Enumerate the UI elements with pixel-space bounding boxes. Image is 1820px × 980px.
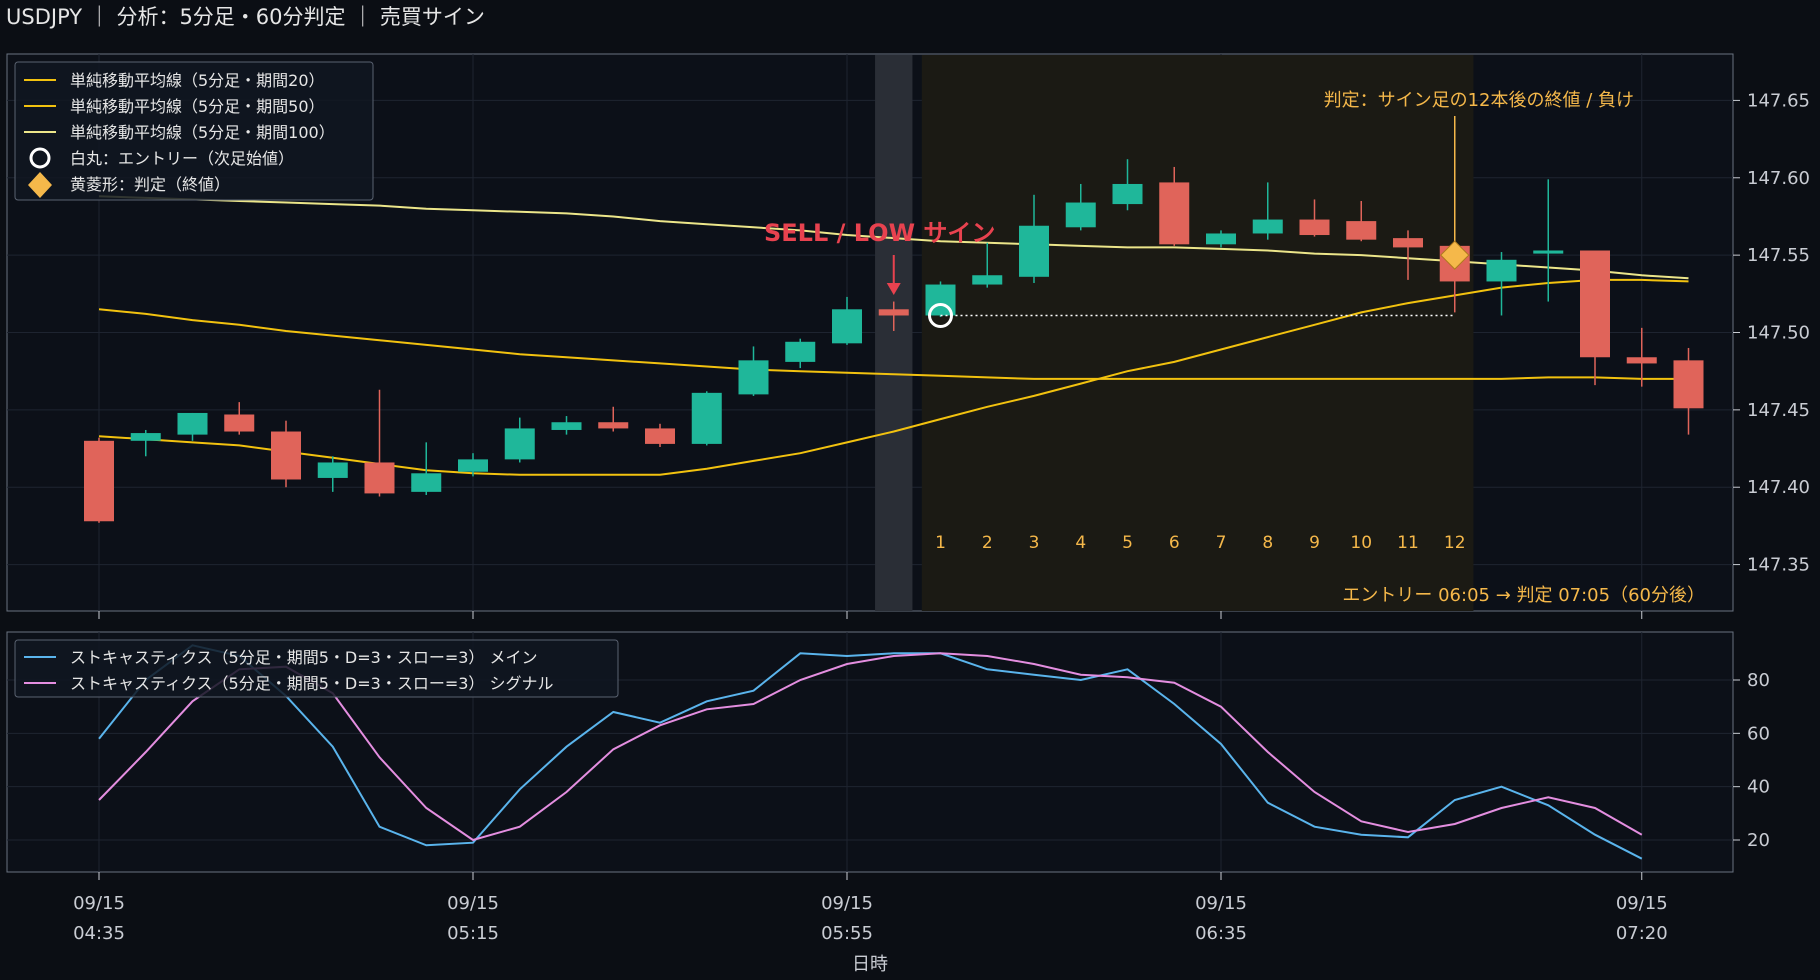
x-tick-label: 05:55 xyxy=(821,923,873,944)
y-tick-label: 60 xyxy=(1747,723,1770,744)
candle-body xyxy=(504,428,535,460)
candle-body xyxy=(598,422,629,429)
y-tick-label: 147.60 xyxy=(1747,168,1810,189)
bar-count-label: 8 xyxy=(1262,533,1273,553)
bar-count-label: 11 xyxy=(1397,533,1419,553)
x-tick-label: 09/15 xyxy=(73,893,125,914)
bar-count-label: 5 xyxy=(1122,533,1133,553)
candle-body xyxy=(177,412,208,435)
y-tick-label: 147.50 xyxy=(1747,323,1810,344)
candle-body xyxy=(551,422,582,430)
x-tick-label: 05:15 xyxy=(447,923,499,944)
bar-count-label: 2 xyxy=(982,533,993,553)
judgment-label: 判定：サイン足の12本後の終値 / 負け xyxy=(1324,90,1634,111)
legend-item-stoch-main: ストキャスティクス（5分足・期間5・D=3・スロー=3） メイン xyxy=(70,648,538,667)
main-legend: 単純移動平均線（5分足・期間20） 単純移動平均線（5分足・期間50） 単純移動… xyxy=(14,61,374,201)
candle-body xyxy=(1159,182,1190,245)
bar-count-label: 12 xyxy=(1444,533,1466,553)
candle-body xyxy=(738,360,769,395)
legend-item-judgment: 黄菱形：判定（終値） xyxy=(70,175,230,194)
candle-body xyxy=(1299,219,1330,236)
candle-body xyxy=(1346,221,1377,240)
y-tick-label: 147.55 xyxy=(1747,245,1810,266)
candle-body xyxy=(1673,360,1704,409)
x-tick-label: 04:35 xyxy=(73,923,125,944)
legend-item-sma50: 単純移動平均線（5分足・期間50） xyxy=(70,97,325,116)
candle-body xyxy=(972,275,1003,285)
candle-body xyxy=(364,462,395,494)
y-tick-label: 147.65 xyxy=(1747,90,1810,111)
x-tick-label: 09/15 xyxy=(447,893,499,914)
candle-body xyxy=(832,309,862,344)
bar-count-label: 6 xyxy=(1169,533,1180,553)
legend-item-sma100: 単純移動平均線（5分足・期間100） xyxy=(70,123,335,142)
entry-summary: エントリー 06:05 → 判定 07:05（60分後） xyxy=(1342,585,1705,606)
candle-body xyxy=(130,433,161,441)
candle-body xyxy=(1019,225,1049,277)
candle-body xyxy=(878,309,909,316)
y-tick-label: 147.35 xyxy=(1747,555,1810,576)
candle-body xyxy=(691,392,722,444)
candle-body xyxy=(1486,259,1517,282)
candle-body xyxy=(271,431,301,480)
bar-count-label: 9 xyxy=(1309,533,1320,553)
chart-title: USDJPY ｜ 分析：5分足・60分判定 ｜ 売買サイン xyxy=(6,5,485,29)
bar-count-label: 7 xyxy=(1216,533,1227,553)
y-tick-label: 40 xyxy=(1747,777,1770,798)
x-tick-label: 07:20 xyxy=(1616,923,1668,944)
candle-body xyxy=(1533,250,1564,254)
candle-body xyxy=(84,440,114,522)
candle-body xyxy=(1626,357,1657,364)
x-tick-label: 09/15 xyxy=(1195,893,1247,914)
y-tick-label: 80 xyxy=(1747,670,1770,691)
sell-signal-label: SELL / LOW サイン xyxy=(764,219,995,247)
y-tick-label: 20 xyxy=(1747,830,1770,851)
legend-item-entry: 白丸：エントリー（次足始値） xyxy=(70,149,294,168)
candle-body xyxy=(1252,219,1283,234)
candle-body xyxy=(645,428,675,444)
legend-item-sma20: 単純移動平均線（5分足・期間20） xyxy=(70,71,325,90)
bar-count-label: 10 xyxy=(1350,533,1372,553)
judgment-window-shade xyxy=(921,55,1474,611)
judgment-window xyxy=(875,55,1474,611)
y-tick-label: 147.40 xyxy=(1747,477,1810,498)
candle-body xyxy=(1065,202,1096,228)
x-tick-label: 06:35 xyxy=(1195,923,1247,944)
x-axis-label: 日時 xyxy=(852,954,888,975)
candle-body xyxy=(1112,183,1143,205)
legend-item-stoch-signal: ストキャスティクス（5分足・期間5・D=3・スロー=3） シグナル xyxy=(70,674,554,693)
x-tick-label: 09/15 xyxy=(821,893,873,914)
candle-body xyxy=(458,459,488,472)
x-tick-label: 09/15 xyxy=(1616,893,1668,914)
signal-bar-highlight xyxy=(875,55,913,611)
bar-count-label: 4 xyxy=(1075,533,1086,553)
bar-count-label: 3 xyxy=(1029,533,1040,553)
candle-body xyxy=(224,414,255,432)
stochastic-legend: ストキャスティクス（5分足・期間5・D=3・スロー=3） メイン ストキャスティ… xyxy=(14,639,619,698)
bar-count-label: 1 xyxy=(935,533,946,553)
candle-body xyxy=(785,341,816,362)
y-tick-label: 147.45 xyxy=(1747,400,1810,421)
chart-canvas: USDJPY ｜ 分析：5分足・60分判定 ｜ 売買サイン 147.35 147.… xyxy=(0,0,1820,980)
candle-body xyxy=(317,462,348,478)
candle-body xyxy=(411,473,442,492)
candle-body xyxy=(1206,233,1236,245)
candle-body xyxy=(1393,238,1423,248)
candle-body xyxy=(1580,250,1610,358)
